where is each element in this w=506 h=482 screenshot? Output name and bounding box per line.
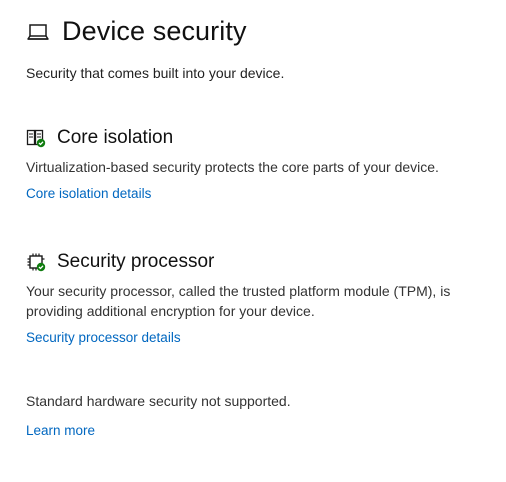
core-isolation-section: Core isolation Virtualization-based secu… bbox=[26, 127, 496, 203]
page-subtitle: Security that comes built into your devi… bbox=[26, 65, 285, 81]
security-processor-details-link[interactable]: Security processor details bbox=[26, 330, 181, 345]
security-processor-header: Security processor bbox=[26, 251, 496, 273]
core-isolation-icon bbox=[26, 128, 46, 148]
security-processor-section: Security processor Your security process… bbox=[26, 251, 496, 347]
core-isolation-description: Virtualization-based security protects t… bbox=[26, 159, 439, 175]
security-processor-description: Your security processor, called the trus… bbox=[26, 283, 451, 319]
chip-icon bbox=[26, 252, 46, 272]
security-processor-title: Security processor bbox=[57, 251, 215, 272]
page-title: Device security bbox=[62, 16, 247, 46]
hardware-security-status: Standard hardware security not supported… bbox=[26, 393, 291, 409]
core-isolation-header: Core isolation bbox=[26, 127, 496, 149]
device-security-page: Device security Security that comes buil… bbox=[0, 0, 506, 482]
page-header: Device security bbox=[26, 16, 247, 47]
laptop-icon bbox=[26, 20, 50, 44]
learn-more-link[interactable]: Learn more bbox=[26, 423, 95, 438]
core-isolation-details-link[interactable]: Core isolation details bbox=[26, 186, 151, 201]
core-isolation-title: Core isolation bbox=[57, 127, 174, 148]
